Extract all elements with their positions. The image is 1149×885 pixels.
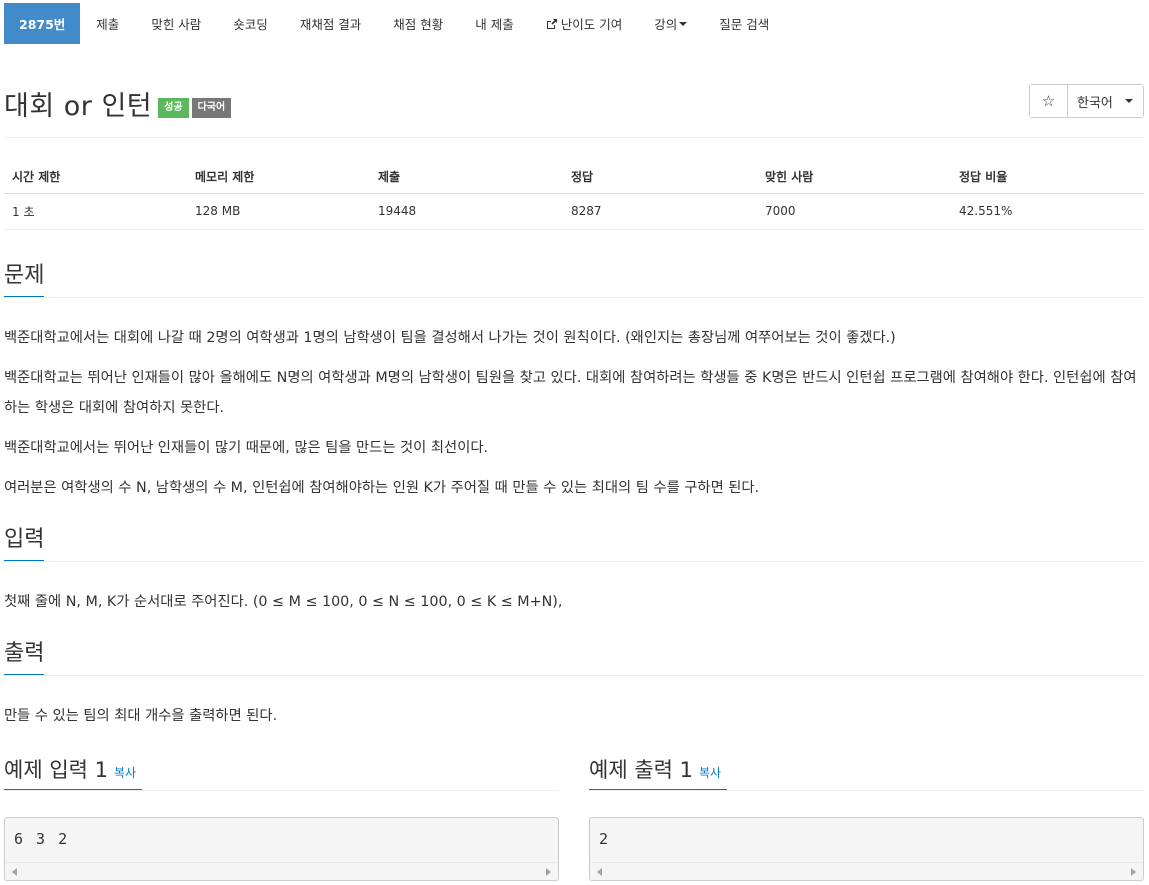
header-submissions: 제출 (370, 160, 563, 194)
table-header-row: 시간 제한 메모리 제한 제출 정답 맞힌 사람 정답 비율 (4, 160, 1144, 194)
copy-sample-output-link[interactable]: 복사 (699, 766, 721, 780)
problem-paragraph-3: 백준대학교에서는 뛰어난 인재들이 많기 때문에, 많은 팀을 만드는 것이 최… (4, 440, 489, 456)
title-divider (4, 137, 1144, 138)
problem-section-header: 문제 (4, 262, 44, 295)
nav-difficulty-label: 난이도 기여 (560, 17, 623, 32)
sample-input-box[interactable]: 6 3 2 (4, 817, 559, 881)
nav-rejudge-results[interactable]: 재채점 결과 (284, 3, 377, 44)
problem-divider (4, 297, 1144, 298)
table-row: 1 초 128 MB 19448 8287 7000 42.551% (4, 193, 1144, 230)
sample-output-text[interactable]: 2 (599, 830, 610, 848)
value-submissions: 19448 (370, 193, 563, 230)
nav-question-search[interactable]: 질문 검색 (703, 3, 785, 44)
external-link-icon (546, 18, 557, 29)
problem-title-row: 대회 or 인턴 성공 다국어 (4, 84, 232, 123)
output-section-header: 출력 (4, 640, 44, 673)
page-title: 대회 or 인턴 (4, 91, 153, 122)
output-section-title: 출력 (4, 641, 45, 666)
input-divider (4, 561, 1144, 562)
scroll-right-arrow-icon[interactable] (1131, 868, 1136, 876)
problem-section-title: 문제 (4, 263, 45, 288)
sample-input-divider (4, 790, 559, 791)
value-time-limit: 1 초 (4, 193, 187, 230)
sample-input-title: 예제 입력 1 (4, 758, 108, 782)
nav-difficulty-contribution[interactable]: 난이도 기여 (530, 3, 638, 44)
input-section-header: 입력 (4, 526, 44, 559)
chevron-down-icon (1125, 99, 1133, 103)
problem-paragraph-1: 백준대학교에서는 대회에 나갈 때 2명의 여학생과 1명의 남학생이 팀을 결… (4, 330, 896, 346)
header-memory-limit: 메모리 제한 (187, 160, 370, 194)
header-accepted: 정답 (563, 160, 757, 194)
copy-sample-input-link[interactable]: 복사 (114, 766, 136, 780)
scroll-left-arrow-icon[interactable] (12, 868, 17, 876)
problem-nav: 2875번 제출 맞힌 사람 숏코딩 재채점 결과 채점 현황 내 제출 난이도… (4, 3, 785, 44)
star-icon: ☆ (1041, 92, 1056, 110)
problem-paragraph-2: 백준대학교는 뛰어난 인재들이 많아 올해에도 N명의 여학생과 M명의 남학생… (4, 370, 1137, 416)
nav-lectures-label: 강의 (654, 17, 678, 32)
header-accept-ratio: 정답 비율 (951, 160, 1144, 194)
sample-output-title: 예제 출력 1 (589, 758, 693, 782)
nav-judge-status[interactable]: 채점 현황 (377, 3, 459, 44)
sample-input-text[interactable]: 6 3 2 (14, 830, 69, 848)
nav-my-submissions[interactable]: 내 제출 (459, 3, 529, 44)
language-label: 한국어 (1077, 95, 1113, 111)
input-section-title: 입력 (4, 527, 45, 552)
sample-output-scrollbar[interactable] (590, 862, 1143, 880)
sample-output-divider (589, 790, 1144, 791)
input-description: 첫째 줄에 N, M, K가 순서대로 주어진다. (0 ≤ M ≤ 100, … (4, 594, 563, 610)
language-select-button[interactable]: 한국어 (1068, 85, 1143, 117)
nav-short-coding[interactable]: 숏코딩 (217, 3, 284, 44)
title-button-group: ☆ 한국어 (1029, 84, 1144, 118)
sample-output-box[interactable]: 2 (589, 817, 1144, 881)
nav-lectures-dropdown[interactable]: 강의 (638, 3, 703, 44)
nav-solved-users[interactable]: 맞힌 사람 (135, 3, 217, 44)
value-accept-ratio: 42.551% (951, 193, 1144, 230)
scroll-right-arrow-icon[interactable] (546, 868, 551, 876)
value-memory-limit: 128 MB (187, 193, 370, 230)
output-description: 만들 수 있는 팀의 최대 개수을 출력하면 된다. (4, 708, 278, 724)
status-badge: 성공 (158, 97, 189, 118)
value-accepted: 8287 (563, 193, 757, 230)
sample-input-scrollbar[interactable] (5, 862, 558, 880)
caret-down-icon (679, 21, 688, 26)
nav-problem-number[interactable]: 2875번 (4, 3, 81, 44)
sample-input-header: 예제 입력 1 복사 (4, 754, 136, 784)
value-solved-users: 7000 (757, 193, 951, 230)
output-divider (4, 675, 1144, 676)
multilang-badge: 다국어 (191, 97, 232, 118)
problem-info-table: 시간 제한 메모리 제한 제출 정답 맞힌 사람 정답 비율 1 초 128 M… (4, 160, 1144, 230)
star-button[interactable]: ☆ (1030, 85, 1068, 117)
header-solved-users: 맞힌 사람 (757, 160, 951, 194)
header-time-limit: 시간 제한 (4, 160, 187, 194)
sample-output-header: 예제 출력 1 복사 (589, 754, 721, 784)
problem-paragraph-4: 여러분은 여학생의 수 N, 남학생의 수 M, 인턴쉽에 참여해야하는 인원 … (4, 480, 760, 496)
scroll-left-arrow-icon[interactable] (597, 868, 602, 876)
nav-submit[interactable]: 제출 (80, 3, 135, 44)
